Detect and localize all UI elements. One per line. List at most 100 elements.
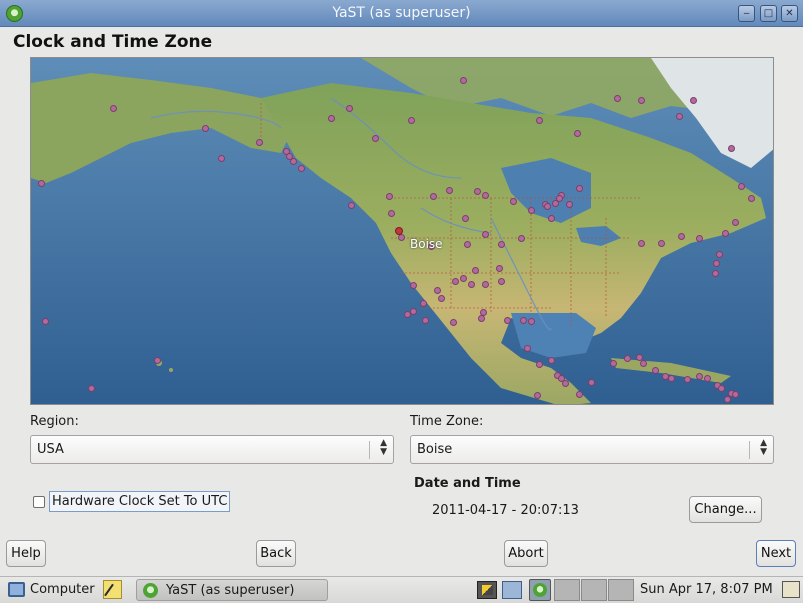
timezone-marker[interactable] (410, 308, 417, 315)
timezone-marker[interactable] (218, 155, 225, 162)
timezone-marker[interactable] (528, 207, 535, 214)
timezone-marker[interactable] (520, 317, 527, 324)
timezone-marker[interactable] (696, 373, 703, 380)
timezone-marker[interactable] (724, 396, 731, 403)
region-select[interactable]: USA ▲ ▼ (30, 435, 394, 464)
timezone-marker[interactable] (298, 165, 305, 172)
timezone-marker[interactable] (348, 202, 355, 209)
yast-tray-icon[interactable] (529, 579, 551, 601)
timezone-marker[interactable] (410, 282, 417, 289)
timezone-marker[interactable] (398, 234, 405, 241)
timezone-marker[interactable] (624, 355, 631, 362)
timezone-marker[interactable] (110, 105, 117, 112)
timezone-marker[interactable] (328, 115, 335, 122)
timezone-marker[interactable] (574, 130, 581, 137)
timezone-marker[interactable] (256, 139, 263, 146)
timezone-marker[interactable] (536, 361, 543, 368)
timezone-marker[interactable] (696, 235, 703, 242)
show-desktop-icon[interactable] (782, 581, 800, 598)
timezone-marker[interactable] (422, 317, 429, 324)
timezone-marker[interactable] (482, 281, 489, 288)
minimize-button[interactable]: ‒ (738, 5, 755, 22)
timezone-select[interactable]: Boise ▲ ▼ (410, 435, 774, 464)
timezone-marker[interactable] (748, 195, 755, 202)
timezone-marker[interactable] (510, 198, 517, 205)
timezone-marker[interactable] (728, 145, 735, 152)
timezone-marker[interactable] (658, 240, 665, 247)
timezone-marker[interactable] (668, 375, 675, 382)
notification-tray-icon[interactable] (477, 581, 497, 599)
timezone-marker[interactable] (640, 360, 647, 367)
timezone-marker[interactable] (652, 367, 659, 374)
taskbar-task-yast[interactable]: YaST (as superuser) (136, 579, 328, 601)
timezone-marker[interactable] (472, 267, 479, 274)
timezone-marker[interactable] (713, 260, 720, 267)
timezone-marker[interactable] (290, 158, 297, 165)
timezone-marker[interactable] (154, 357, 161, 364)
timezone-map[interactable]: (function(){ const pts = [[82,50],[174,7… (30, 57, 774, 405)
timezone-marker[interactable] (528, 318, 535, 325)
timezone-marker[interactable] (474, 188, 481, 195)
timezone-marker[interactable] (446, 187, 453, 194)
timezone-marker[interactable] (452, 278, 459, 285)
timezone-marker[interactable] (496, 265, 503, 272)
hardware-clock-utc-checkbox[interactable] (33, 496, 45, 508)
timezone-marker[interactable] (430, 193, 437, 200)
timezone-marker[interactable] (676, 113, 683, 120)
timezone-marker[interactable] (504, 317, 511, 324)
timezone-marker[interactable] (576, 185, 583, 192)
timezone-marker[interactable] (614, 95, 621, 102)
close-button[interactable]: ✕ (781, 5, 798, 22)
timezone-marker[interactable] (482, 231, 489, 238)
timezone-marker[interactable] (566, 201, 573, 208)
timezone-marker[interactable] (388, 210, 395, 217)
hardware-clock-utc-label[interactable]: Hardware Clock Set To UTC (49, 491, 231, 512)
timezone-marker[interactable] (718, 385, 725, 392)
timezone-marker[interactable] (562, 380, 569, 387)
timezone-marker[interactable] (544, 203, 551, 210)
timezone-marker[interactable] (534, 392, 541, 399)
timezone-marker[interactable] (638, 97, 645, 104)
timezone-marker[interactable] (346, 105, 353, 112)
timezone-marker[interactable] (482, 192, 489, 199)
timezone-marker[interactable] (404, 311, 411, 318)
timezone-marker[interactable] (202, 125, 209, 132)
timezone-marker[interactable] (738, 183, 745, 190)
timezone-marker[interactable] (464, 241, 471, 248)
timezone-marker[interactable] (732, 219, 739, 226)
timezone-marker[interactable] (678, 233, 685, 240)
timezone-marker[interactable] (524, 345, 531, 352)
workspace-2[interactable] (581, 579, 607, 601)
timezone-marker[interactable] (438, 295, 445, 302)
timezone-marker[interactable] (576, 391, 583, 398)
timezone-marker[interactable] (420, 300, 427, 307)
workspace-3[interactable] (608, 579, 634, 601)
timezone-marker[interactable] (536, 117, 543, 124)
timezone-marker[interactable] (716, 251, 723, 258)
timezone-marker[interactable] (468, 281, 475, 288)
computer-menu[interactable]: Computer (30, 582, 95, 597)
back-button[interactable]: Back (256, 540, 296, 567)
timezone-marker[interactable] (386, 193, 393, 200)
timezone-marker[interactable] (732, 391, 739, 398)
maximize-button[interactable]: □ (760, 5, 777, 22)
timezone-marker[interactable] (722, 230, 729, 237)
timezone-marker[interactable] (408, 117, 415, 124)
change-datetime-button[interactable]: Change... (689, 496, 762, 523)
computer-icon[interactable] (8, 582, 25, 597)
timezone-marker[interactable] (610, 360, 617, 367)
timezone-marker[interactable] (588, 379, 595, 386)
help-button[interactable]: Help (6, 540, 46, 567)
timezone-marker[interactable] (684, 376, 691, 383)
timezone-marker[interactable] (462, 215, 469, 222)
timezone-marker[interactable] (460, 77, 467, 84)
timezone-marker[interactable] (460, 275, 467, 282)
timezone-marker[interactable] (548, 215, 555, 222)
notes-icon[interactable] (103, 580, 122, 599)
timezone-marker[interactable] (548, 357, 555, 364)
timezone-marker[interactable] (498, 278, 505, 285)
timezone-marker[interactable] (372, 135, 379, 142)
timezone-marker[interactable] (88, 385, 95, 392)
abort-button[interactable]: Abort (504, 540, 548, 567)
timezone-marker[interactable] (450, 319, 457, 326)
